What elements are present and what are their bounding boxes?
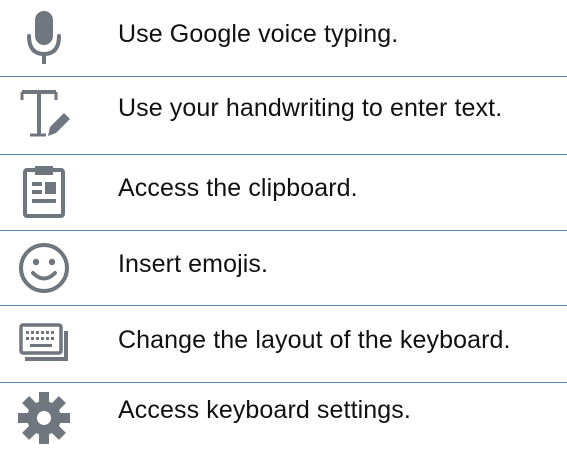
keyboard-feature-list: Use Google voice typing. Use your handwr…	[0, 0, 567, 450]
feature-label: Access the clipboard.	[118, 174, 358, 202]
feature-label: Access keyboard settings.	[118, 396, 411, 424]
emoji-icon	[0, 237, 88, 299]
list-item-emojis: Insert emojis.	[0, 231, 567, 305]
feature-label: Insert emojis.	[118, 250, 269, 278]
settings-gear-icon	[0, 387, 88, 449]
feature-label: Change the layout of the keyboard.	[118, 326, 511, 354]
list-item-voice-typing: Use Google voice typing.	[0, 0, 567, 76]
feature-label: Use your handwriting to enter text.	[118, 94, 503, 122]
list-item-keyboard-settings: Access keyboard settings.	[0, 383, 567, 450]
list-item-handwriting: Use your handwriting to enter text.	[0, 77, 567, 154]
feature-label: Use Google voice typing.	[118, 20, 399, 48]
list-item-keyboard-layout: Change the layout of the keyboard.	[0, 306, 567, 382]
handwriting-icon	[0, 83, 88, 145]
keyboard-layout-icon	[0, 312, 88, 374]
microphone-icon	[0, 8, 88, 68]
list-item-clipboard: Access the clipboard.	[0, 155, 567, 230]
clipboard-icon	[0, 161, 88, 223]
